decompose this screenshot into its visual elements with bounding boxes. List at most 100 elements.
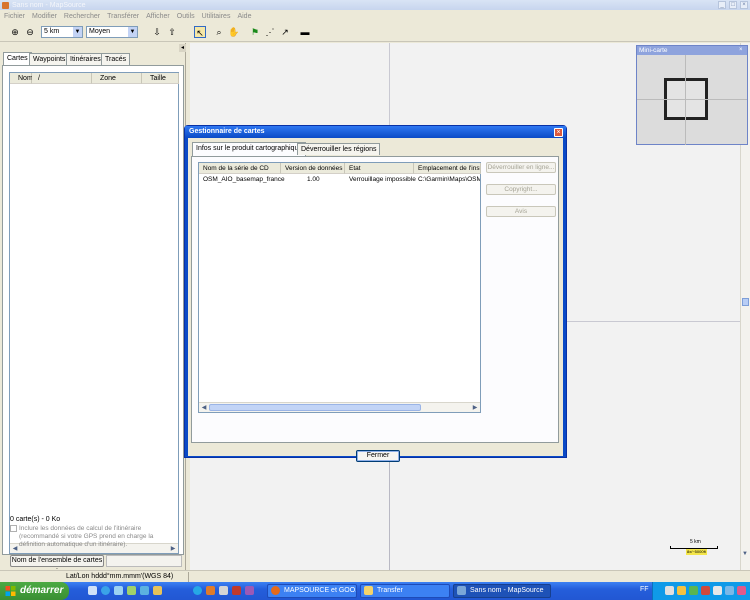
minimap-close-icon[interactable]: × bbox=[739, 47, 746, 54]
column-zone[interactable]: Zone bbox=[92, 73, 142, 84]
zoom-in-icon[interactable]: ⊕ bbox=[9, 26, 21, 38]
tab-product-info[interactable]: Infos sur le produit cartographique bbox=[192, 142, 307, 156]
task-mapsource[interactable]: Sans nom - MapSource bbox=[453, 584, 551, 598]
menu-fichier[interactable]: Fichier bbox=[4, 13, 25, 20]
title-bar: Sans nom - MapSource _ □ × bbox=[0, 0, 750, 10]
quicklaunch-icon[interactable] bbox=[88, 586, 97, 595]
task-mapsource-goo[interactable]: MAPSOURCE et GOO... bbox=[267, 584, 357, 598]
map-set-name-button[interactable]: Nom de l'ensemble de cartes : bbox=[10, 555, 104, 574]
map-set-name-field[interactable] bbox=[106, 555, 182, 567]
task-transfer[interactable]: Transfer bbox=[360, 584, 450, 598]
send-to-device-icon[interactable]: ⇧ bbox=[166, 26, 178, 38]
route-tool-icon[interactable]: ⋰ bbox=[264, 26, 276, 38]
quicklaunch-icon[interactable] bbox=[153, 586, 162, 595]
scroll-thumb[interactable] bbox=[742, 298, 749, 306]
grid-line bbox=[389, 458, 390, 570]
column-cd-series[interactable]: Nom de la série de CD bbox=[199, 163, 281, 174]
measure-tool-icon[interactable]: ▬ bbox=[298, 26, 312, 38]
column-nom[interactable]: Nom bbox=[10, 73, 33, 84]
tab-traces[interactable]: Tracés bbox=[101, 53, 131, 65]
column-install-location[interactable]: Emplacement de l'insta bbox=[414, 163, 481, 174]
firefox-icon bbox=[271, 586, 280, 595]
notice-button[interactable]: Avis bbox=[486, 206, 556, 217]
column-sort[interactable]: / bbox=[32, 73, 92, 84]
maps-count: 0 carte(s) - 0 Ko bbox=[10, 516, 61, 523]
scroll-thumb[interactable] bbox=[209, 404, 421, 411]
quicklaunch-icon[interactable] bbox=[206, 586, 215, 595]
select-tool-icon[interactable]: ↖ bbox=[194, 26, 206, 38]
waypoint-tool-icon[interactable]: ⚑ bbox=[249, 26, 261, 38]
windows-logo-icon bbox=[5, 586, 16, 596]
column-taille[interactable]: Taille bbox=[142, 73, 179, 84]
tray-icon[interactable] bbox=[701, 586, 710, 595]
tab-waypoints[interactable]: Waypoints bbox=[29, 53, 70, 65]
unlock-online-button[interactable]: Déverrouiller en ligne... bbox=[486, 162, 556, 173]
minimap[interactable]: Mini-carte × bbox=[636, 45, 748, 145]
start-label: démarrer bbox=[20, 585, 64, 596]
tray-icon[interactable] bbox=[689, 586, 698, 595]
hand-tool-icon[interactable]: ✋ bbox=[228, 26, 240, 38]
horizontal-scrollbar[interactable]: ◀ ▶ bbox=[199, 402, 480, 412]
mapsource-icon bbox=[457, 586, 466, 595]
column-data-version[interactable]: Version de données bbox=[281, 163, 345, 174]
menu-utilitaires[interactable]: Utilitaires bbox=[202, 13, 231, 20]
column-state[interactable]: Etat bbox=[345, 163, 414, 174]
menu-rechercher[interactable]: Rechercher bbox=[64, 13, 100, 20]
close-button[interactable]: Fermer bbox=[356, 450, 400, 462]
window-title: Sans nom - MapSource bbox=[12, 1, 86, 9]
menu-modifier[interactable]: Modifier bbox=[32, 13, 57, 20]
minimize-icon[interactable]: _ bbox=[718, 1, 726, 9]
products-list[interactable]: Nom de la série de CD Version de données… bbox=[198, 162, 481, 413]
quicklaunch-icon[interactable] bbox=[219, 586, 228, 595]
maps-list[interactable]: Nom / Zone Taille ◀ ▶ bbox=[9, 72, 179, 554]
tab-unlock-regions[interactable]: Déverrouiller les régions bbox=[297, 143, 381, 155]
include-routing-checkbox[interactable] bbox=[10, 525, 17, 532]
track-tool-icon[interactable]: ↗ bbox=[279, 26, 291, 38]
tab-itineraires[interactable]: Itinéraires bbox=[66, 53, 105, 65]
quicklaunch-icon[interactable] bbox=[140, 586, 149, 595]
scroll-left-icon[interactable]: ◀ bbox=[199, 403, 209, 413]
zoom-scale-select[interactable]: 5 km ▼ bbox=[41, 26, 83, 38]
maximize-icon[interactable]: □ bbox=[729, 1, 737, 9]
skype-icon[interactable] bbox=[193, 586, 202, 595]
panel-arrow-icon[interactable]: ◂ bbox=[179, 44, 186, 52]
quicklaunch-icon[interactable] bbox=[245, 586, 254, 595]
zoom-out-icon[interactable]: ⊖ bbox=[24, 26, 36, 38]
quicklaunch-icon[interactable] bbox=[232, 586, 241, 595]
detail-level-select[interactable]: Moyen ▼ bbox=[86, 26, 138, 38]
dialog-body: Infos sur le produit cartographique Déve… bbox=[188, 138, 563, 462]
cell-state: Verrouillage impossible bbox=[349, 176, 416, 183]
tray-icon[interactable] bbox=[665, 586, 674, 595]
scale-label: 5 km bbox=[690, 539, 701, 545]
copyright-button[interactable]: Copyright... bbox=[486, 184, 556, 195]
tab-cartes[interactable]: Cartes bbox=[3, 52, 32, 66]
close-icon[interactable]: × bbox=[554, 128, 563, 137]
language-label[interactable]: FF bbox=[640, 586, 649, 593]
quicklaunch-icon[interactable] bbox=[127, 586, 136, 595]
menu-afficher[interactable]: Afficher bbox=[146, 13, 170, 20]
grid-line bbox=[637, 99, 747, 100]
scroll-right-icon[interactable]: ▶ bbox=[470, 403, 480, 413]
tray-icon[interactable] bbox=[677, 586, 686, 595]
scroll-down-icon[interactable]: ▼ bbox=[742, 551, 749, 560]
folder-icon bbox=[364, 586, 373, 595]
desktop-icon[interactable] bbox=[114, 586, 123, 595]
detail-level-value: Moyen bbox=[89, 28, 111, 35]
table-row[interactable]: OSM_AIO_basemap_france 1.00 Verrouillage… bbox=[199, 175, 480, 185]
receive-from-device-icon[interactable]: ⇩ bbox=[151, 26, 163, 38]
tray-icon[interactable] bbox=[725, 586, 734, 595]
status-divider bbox=[188, 572, 189, 582]
menu-aide[interactable]: Aide bbox=[237, 13, 251, 20]
ie-icon[interactable] bbox=[101, 586, 110, 595]
map-manager-dialog: Gestionnaire de cartes × Infos sur le pr… bbox=[184, 125, 567, 462]
menu-transferer[interactable]: Transférer bbox=[107, 13, 139, 20]
grid-line bbox=[565, 321, 740, 322]
menu-outils[interactable]: Outils bbox=[177, 13, 195, 20]
tray-icon[interactable] bbox=[737, 586, 746, 595]
close-icon[interactable]: × bbox=[740, 1, 748, 9]
minimap-title: Mini-carte bbox=[637, 46, 747, 55]
zoom-tool-icon[interactable]: ⌕ bbox=[213, 26, 225, 38]
dialog-title: Gestionnaire de cartes bbox=[185, 126, 566, 138]
status-bar: Lat/Lon hddd°mm.mmm'(WGS 84) bbox=[0, 570, 750, 582]
tray-icon[interactable] bbox=[713, 586, 722, 595]
